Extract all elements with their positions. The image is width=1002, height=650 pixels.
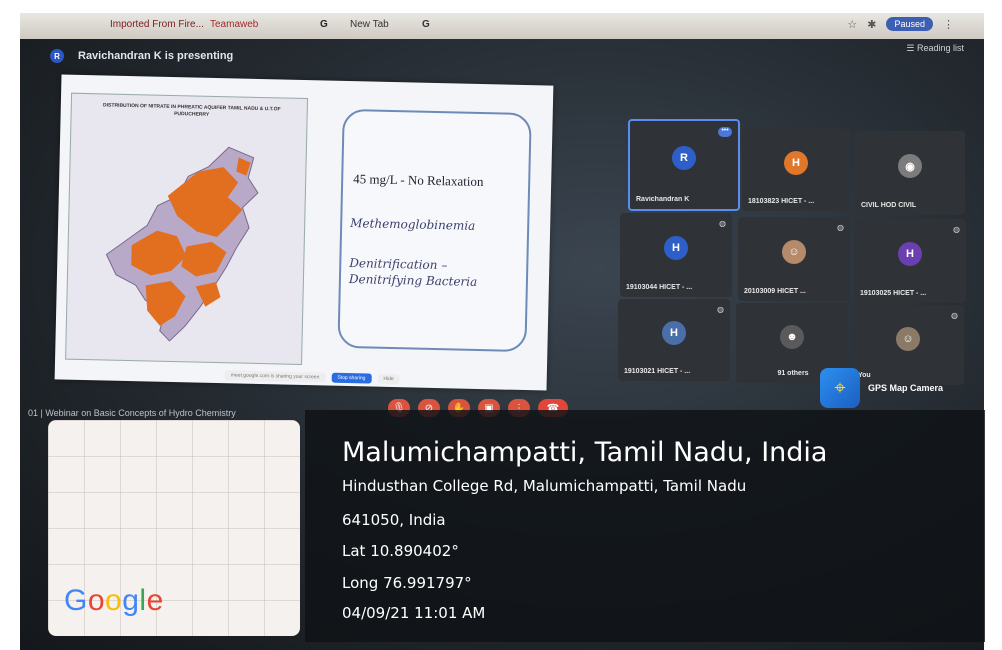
more-options-icon[interactable]: ••• bbox=[718, 127, 732, 137]
bookmark-google[interactable]: G bbox=[320, 19, 328, 30]
google-logo: Google bbox=[64, 584, 164, 617]
shared-slide: DISTRIBUTION OF NITRATE IN PHREATIC AQUI… bbox=[54, 74, 554, 391]
participant-name: 18103823 HICET - ... bbox=[748, 198, 815, 205]
tamil-nadu-map bbox=[105, 146, 259, 342]
share-message: meet.google.com is sharing your screen bbox=[224, 370, 326, 383]
map-title: DISTRIBUTION OF NITRATE IN PHREATIC AQUI… bbox=[103, 102, 281, 118]
bookmark-new-tab[interactable]: New Tab bbox=[350, 19, 389, 30]
avatar: H bbox=[662, 321, 686, 346]
bookmark-google-2[interactable]: G bbox=[422, 19, 430, 30]
gps-app-name: GPS Map Camera bbox=[868, 383, 944, 393]
avatar: H bbox=[664, 236, 688, 261]
avatar: H bbox=[784, 151, 808, 176]
presenting-text: Ravichandran K is presenting bbox=[78, 50, 234, 62]
participant-tile[interactable]: ◍ H 19103025 HICET - ... bbox=[854, 219, 966, 303]
presenter-avatar-icon: R bbox=[50, 49, 64, 63]
location-postal: 641050, India bbox=[342, 511, 446, 529]
avatar: H bbox=[898, 242, 922, 267]
avatar: R bbox=[672, 145, 696, 170]
participant-tile[interactable]: ◍ H 19103044 HICET - ... bbox=[620, 213, 732, 297]
participant-name: Ravichandran K bbox=[636, 196, 690, 203]
avatar: ☺ bbox=[896, 326, 920, 351]
reading-list-button[interactable]: ☰ Reading list bbox=[906, 43, 964, 54]
slide-line-denitrification: Denitrification – bbox=[349, 256, 448, 273]
extensions-icon[interactable]: ✱ bbox=[867, 18, 876, 31]
map-thumbnail: Google bbox=[48, 420, 300, 636]
participant-tile[interactable]: R ••• Ravichandran K bbox=[628, 119, 740, 211]
location-place: Malumichampatti, Tamil Nadu, India bbox=[342, 437, 828, 468]
location-datetime: 04/09/21 11:01 AM bbox=[342, 604, 486, 622]
location-latitude: Lat 10.890402° bbox=[342, 542, 459, 560]
presenting-banner: R Ravichandran K is presenting bbox=[50, 49, 233, 63]
avatar: ◉ bbox=[898, 154, 922, 179]
nitrate-map-panel: DISTRIBUTION OF NITRATE IN PHREATIC AQUI… bbox=[65, 92, 309, 365]
mic-off-icon: ◍ bbox=[717, 305, 724, 314]
browser-bookmarks-bar: Imported From Fire... Teamaweb G New Tab… bbox=[20, 13, 984, 39]
participant-tile[interactable]: H 18103823 HICET - ... bbox=[742, 129, 850, 211]
screen-share-bar: meet.google.com is sharing your screen S… bbox=[224, 368, 455, 387]
hide-share-button[interactable]: Hide bbox=[377, 373, 400, 385]
participant-tile[interactable]: ◍ ☺ 20103009 HICET ... bbox=[738, 217, 850, 301]
mic-off-icon: ◍ bbox=[719, 219, 726, 228]
stop-sharing-button[interactable]: Stop sharing bbox=[331, 372, 372, 384]
mic-off-icon: ◍ bbox=[837, 223, 844, 232]
avatar: ☺ bbox=[782, 240, 806, 265]
meeting-title: 01 | Webinar on Basic Concepts of Hydro … bbox=[28, 408, 236, 418]
participant-name: 20103009 HICET ... bbox=[744, 288, 806, 295]
location-address: Hindusthan College Rd, Malumichampatti, … bbox=[342, 477, 747, 495]
avatar-group: ☻ bbox=[780, 324, 804, 349]
browser-toolbar-right: ☆ ✱ Paused ⋮ bbox=[847, 17, 954, 31]
slide-line-bacteria: Denitrifying Bacteria bbox=[348, 272, 478, 289]
participant-tile[interactable]: ◍ H 19103021 HICET - ... bbox=[618, 299, 730, 381]
bookmark-imported[interactable]: Imported From Fire... bbox=[110, 19, 204, 30]
slide-line-methemoglobinemia: Methemoglobinemia bbox=[350, 216, 476, 233]
participant-name: 19103025 HICET - ... bbox=[860, 290, 927, 297]
bookmark-teamaweb[interactable]: Teamaweb bbox=[210, 19, 258, 30]
profile-paused-button[interactable]: Paused bbox=[886, 17, 933, 31]
slide-text-box: 45 mg/L - No Relaxation Methemoglobinemi… bbox=[337, 108, 532, 353]
participant-tile[interactable]: ◉ CIVIL HOD CIVIL bbox=[855, 131, 965, 215]
menu-icon[interactable]: ⋮ bbox=[943, 18, 954, 31]
slide-line-limit: 45 mg/L - No Relaxation bbox=[353, 171, 484, 190]
location-longitude: Long 76.991797° bbox=[342, 574, 472, 592]
gps-camera-icon: ⌖ bbox=[820, 368, 860, 408]
mic-off-icon: ◍ bbox=[951, 311, 958, 320]
participant-name: CIVIL HOD CIVIL bbox=[861, 202, 917, 209]
star-icon[interactable]: ☆ bbox=[847, 18, 857, 31]
mic-off-icon: ◍ bbox=[953, 225, 960, 234]
participant-name: 19103021 HICET - ... bbox=[624, 368, 691, 375]
reading-list-label: Reading list bbox=[916, 43, 964, 53]
participant-name: 19103044 HICET - ... bbox=[626, 284, 693, 291]
gps-app-badge: ⌖ GPS Map Camera bbox=[820, 368, 943, 408]
